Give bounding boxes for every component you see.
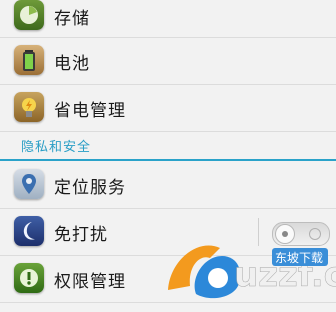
do-not-disturb-icon (14, 216, 44, 246)
settings-item-label: 存储 (54, 9, 90, 29)
settings-item-label: 定位服务 (54, 178, 126, 198)
watermark-tagline: 东坡下载 (275, 251, 323, 265)
settings-item-location[interactable]: 定位服务 (0, 161, 336, 209)
storage-icon (14, 0, 44, 30)
battery-icon (14, 45, 44, 75)
section-title: 隐私和安全 (21, 140, 92, 155)
settings-item-label: 省电管理 (54, 101, 126, 121)
settings-item-power-saving[interactable]: 省电管理 (0, 84, 336, 132)
settings-item-label: 免打扰 (54, 225, 108, 245)
settings-item-storage[interactable]: 存储 (0, 0, 336, 38)
settings-item-battery[interactable]: 电池 (0, 37, 336, 85)
settings-item-label: 电池 (54, 54, 90, 74)
permission-icon (14, 263, 44, 293)
uzzf-logo-icon: uzzf.com 东坡下载 (168, 245, 336, 299)
location-icon (14, 169, 44, 199)
settings-item-label: 权限管理 (54, 272, 126, 292)
uzzf-watermark: uzzf.com 东坡下载 (160, 220, 336, 308)
section-header-privacy: 隐私和安全 (0, 133, 336, 161)
power-saving-icon (14, 92, 44, 122)
